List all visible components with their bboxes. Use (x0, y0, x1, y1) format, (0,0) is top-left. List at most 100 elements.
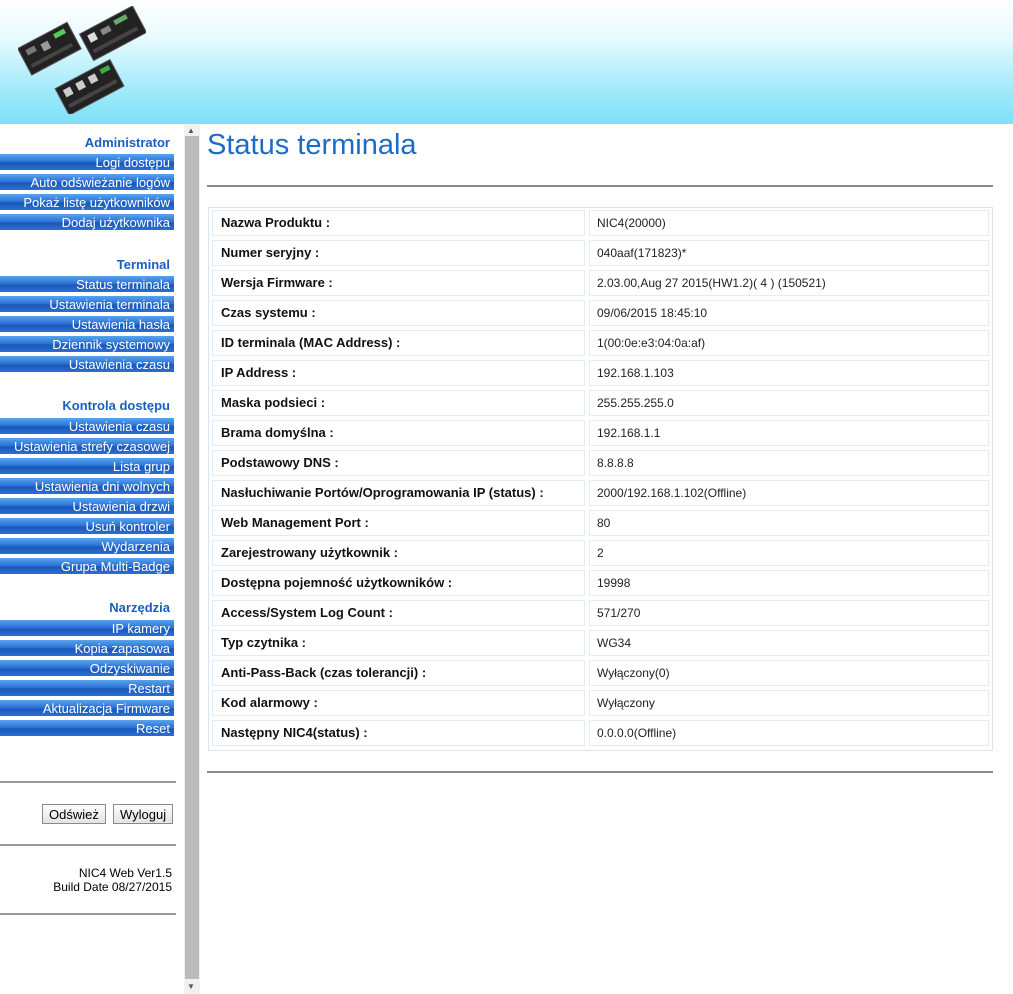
row-label: ID terminala (MAC Address) : (212, 330, 585, 356)
status-table: Nazwa Produktu : NIC4(20000) Numer seryj… (208, 207, 993, 751)
menu-item-auto-odswiezanie-logow[interactable]: Auto odświeżanie logów (0, 174, 174, 191)
section-title-terminal: Terminal (116, 257, 170, 272)
row-label: Podstawowy DNS : (212, 450, 585, 476)
menu-item-kopia-zapasowa[interactable]: Kopia zapasowa (0, 640, 174, 657)
row-label: Brama domyślna : (212, 420, 585, 446)
row-label: Access/System Log Count : (212, 600, 585, 626)
sidebar-divider-bottom (0, 913, 176, 915)
row-label: Anti-Pass-Back (czas tolerancji) : (212, 660, 585, 686)
row-label: Wersja Firmware : (212, 270, 585, 296)
row-label: Następny NIC4(status) : (212, 720, 585, 746)
menu-item-pokaz-liste-uzytkownikow[interactable]: Pokaż listę użytkowników (0, 194, 174, 211)
row-value: 255.255.255.0 (589, 390, 989, 416)
menu-item-restart[interactable]: Restart (0, 680, 174, 697)
row-value: 80 (589, 510, 989, 536)
menu-item-ustawienia-dni-wolnych[interactable]: Ustawienia dni wolnych (0, 478, 174, 495)
row-value: Wyłączony(0) (589, 660, 989, 686)
section-title-administrator: Administrator (84, 135, 170, 150)
table-row: Typ czytnika : WG34 (209, 628, 992, 658)
row-label: IP Address : (212, 360, 585, 386)
menu-item-dodaj-uzytkownika[interactable]: Dodaj użytkownika (0, 214, 174, 231)
row-value: 2000/192.168.1.102(Offline) (589, 480, 989, 506)
row-value: 571/270 (589, 600, 989, 626)
table-row: Podstawowy DNS : 8.8.8.8 (209, 448, 992, 478)
row-value: 8.8.8.8 (589, 450, 989, 476)
refresh-button[interactable]: Odśwież (42, 804, 106, 824)
row-value: 0.0.0.0(Offline) (589, 720, 989, 746)
sidebar: Administrator Logi dostępu Auto odświeża… (0, 124, 184, 994)
menu-item-status-terminala[interactable]: Status terminala (0, 276, 174, 293)
menu-item-ustawienia-hasla[interactable]: Ustawienia hasła (0, 316, 174, 333)
menu-item-ustawienia-terminala[interactable]: Ustawienia terminala (0, 296, 174, 313)
table-row: Anti-Pass-Back (czas tolerancji) : Wyłąc… (209, 658, 992, 688)
row-value: 2.03.00,Aug 27 2015(HW1.2)( 4 ) (150521) (589, 270, 989, 296)
table-row: Następny NIC4(status) : 0.0.0.0(Offline) (209, 718, 992, 748)
row-value: 2 (589, 540, 989, 566)
table-row: ID terminala (MAC Address) : 1(00:0e:e3:… (209, 328, 992, 358)
menu-item-ustawienia-czasu-access[interactable]: Ustawienia czasu (0, 418, 174, 435)
table-row: Web Management Port : 80 (209, 508, 992, 538)
menu-item-ustawienia-drzwi[interactable]: Ustawienia drzwi (0, 498, 174, 515)
header-banner (0, 0, 1013, 124)
table-row: Zarejestrowany użytkownik : 2 (209, 538, 992, 568)
row-value: 19998 (589, 570, 989, 596)
row-value: 1(00:0e:e3:04:0a:af) (589, 330, 989, 356)
build-date-label: Build Date 08/27/2015 (53, 880, 172, 894)
table-row: Kod alarmowy : Wyłączony (209, 688, 992, 718)
row-label: Numer seryjny : (212, 240, 585, 266)
table-bottom-divider (207, 771, 993, 773)
controller-boards-logo (18, 6, 146, 114)
row-value: NIC4(20000) (589, 210, 989, 236)
row-value: 09/06/2015 18:45:10 (589, 300, 989, 326)
menu-item-reset[interactable]: Reset (0, 720, 174, 737)
row-label: Web Management Port : (212, 510, 585, 536)
table-row: Czas systemu : 09/06/2015 18:45:10 (209, 298, 992, 328)
menu-item-ustawienia-czasu-terminal[interactable]: Ustawienia czasu (0, 356, 174, 373)
menu-item-logi-dostepu[interactable]: Logi dostępu (0, 154, 174, 171)
row-label: Czas systemu : (212, 300, 585, 326)
row-label: Nasłuchiwanie Portów/Oprogramowania IP (… (212, 480, 585, 506)
sidebar-scrollbar[interactable]: ▲ ▼ (184, 124, 200, 994)
menu-item-lista-grup[interactable]: Lista grup (0, 458, 174, 475)
table-row: Access/System Log Count : 571/270 (209, 598, 992, 628)
menu-item-usun-kontroler[interactable]: Usuń kontroler (0, 518, 174, 535)
row-label: Kod alarmowy : (212, 690, 585, 716)
menu-item-ip-kamery[interactable]: IP kamery (0, 620, 174, 637)
scroll-thumb[interactable] (185, 136, 199, 979)
scroll-up-arrow-icon[interactable]: ▲ (187, 126, 195, 136)
table-row: Nazwa Produktu : NIC4(20000) (209, 208, 992, 238)
version-label: NIC4 Web Ver1.5 (78, 866, 172, 880)
row-value: Wyłączony (589, 690, 989, 716)
menu-item-dziennik-systemowy[interactable]: Dziennik systemowy (0, 336, 174, 353)
row-value: 192.168.1.103 (589, 360, 989, 386)
menu-item-ustawienia-strefy-czasowej[interactable]: Ustawienia strefy czasowej (0, 438, 174, 455)
menu-item-odzyskiwanie[interactable]: Odzyskiwanie (0, 660, 174, 677)
menu-item-grupa-multi-badge[interactable]: Grupa Multi-Badge (0, 558, 174, 575)
row-label: Nazwa Produktu : (212, 210, 585, 236)
sidebar-divider-top (0, 781, 176, 783)
table-row: Numer seryjny : 040aaf(171823)* (209, 238, 992, 268)
section-title-kontrola-dostepu: Kontrola dostępu (62, 398, 170, 413)
row-value: 192.168.1.1 (589, 420, 989, 446)
table-row: Dostępna pojemność użytkowników : 19998 (209, 568, 992, 598)
table-row: IP Address : 192.168.1.103 (209, 358, 992, 388)
logout-button[interactable]: Wyloguj (113, 804, 174, 824)
row-value: 040aaf(171823)* (589, 240, 989, 266)
menu-item-aktualizacja-firmware[interactable]: Aktualizacja Firmware (0, 700, 174, 717)
table-row: Maska podsieci : 255.255.255.0 (209, 388, 992, 418)
table-row: Nasłuchiwanie Portów/Oprogramowania IP (… (209, 478, 992, 508)
main-content: Status terminala Nazwa Produktu : NIC4(2… (200, 124, 1013, 994)
row-label: Maska podsieci : (212, 390, 585, 416)
section-title-narzedzia: Narzędzia (109, 600, 170, 615)
menu-item-wydarzenia[interactable]: Wydarzenia (0, 538, 174, 555)
table-row: Brama domyślna : 192.168.1.1 (209, 418, 992, 448)
scroll-down-arrow-icon[interactable]: ▼ (187, 982, 195, 992)
row-label: Typ czytnika : (212, 630, 585, 656)
row-label: Dostępna pojemność użytkowników : (212, 570, 585, 596)
page-title: Status terminala (207, 129, 417, 161)
title-divider (207, 185, 993, 187)
row-value: WG34 (589, 630, 989, 656)
table-row: Wersja Firmware : 2.03.00,Aug 27 2015(HW… (209, 268, 992, 298)
row-label: Zarejestrowany użytkownik : (212, 540, 585, 566)
sidebar-divider-middle (0, 844, 176, 846)
